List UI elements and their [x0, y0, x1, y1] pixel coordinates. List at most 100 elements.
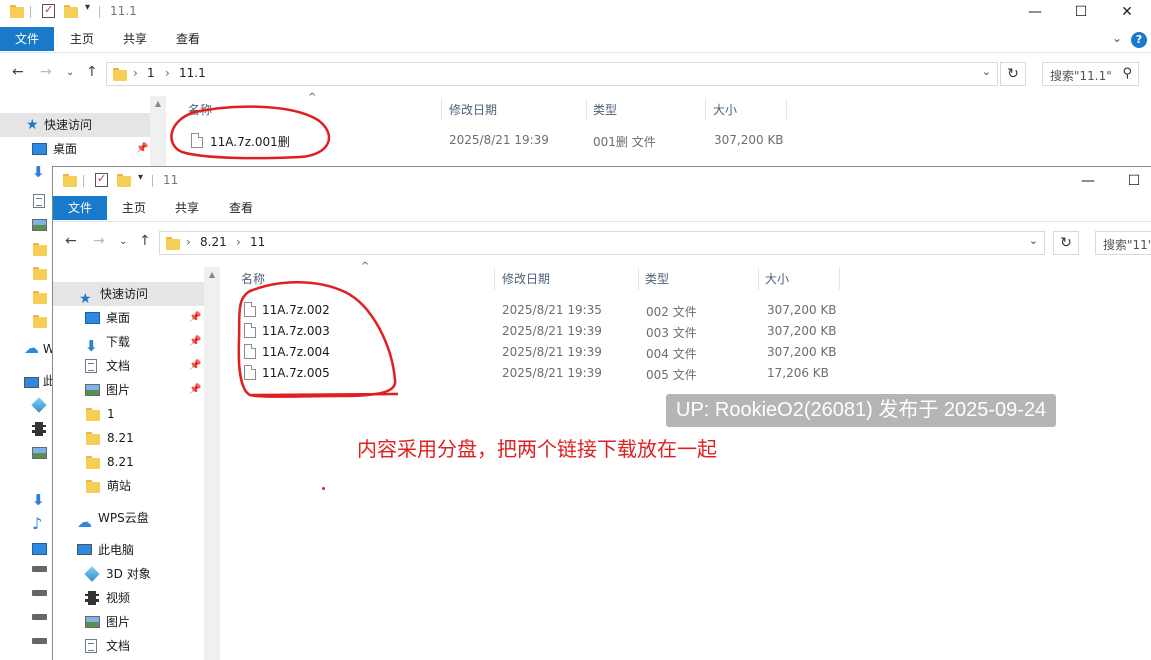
help-icon[interactable]: ? [1131, 32, 1147, 48]
refresh-button[interactable]: ↻ [1053, 231, 1079, 255]
close-button[interactable]: ✕ [1104, 0, 1150, 26]
column-divider[interactable] [494, 268, 495, 290]
column-divider[interactable] [441, 99, 442, 121]
tab-home[interactable]: 主页 [58, 27, 106, 51]
scroll-up-arrow[interactable]: ▲ [150, 96, 166, 112]
nav-item-this-pc[interactable]: 此 [24, 369, 55, 393]
nav-item[interactable]: 8.21 [53, 450, 204, 474]
file-icon [244, 323, 256, 338]
file-icon [244, 365, 256, 380]
drive-icon [32, 561, 47, 585]
new-folder-icon[interactable] [64, 4, 78, 18]
nav-item[interactable]: 文档 📌 [53, 354, 204, 378]
tab-share[interactable]: 共享 [111, 27, 159, 51]
nav-item[interactable]: 文档 [53, 634, 204, 658]
column-header-size[interactable]: 大小 [765, 265, 789, 293]
tab-file[interactable]: 文件 [0, 27, 55, 51]
recent-locations-icon[interactable]: ⌄ [119, 236, 127, 247]
file-name[interactable]: 11A.7z.001删 [210, 133, 290, 150]
file-size: 307,200 KB [767, 324, 837, 338]
address-bar[interactable]: › 1 › 11.1 ⌄ [106, 62, 998, 86]
column-header-type[interactable]: 类型 [593, 96, 617, 124]
maximize-button[interactable]: ☐ [1111, 169, 1151, 195]
properties-icon[interactable] [42, 3, 56, 18]
annotation-dot [322, 487, 325, 490]
search-input[interactable]: 搜索"11.1" ⚲ [1042, 62, 1139, 86]
column-header-modified[interactable]: 修改日期 [449, 96, 497, 124]
nav-scrollbar[interactable]: ▲ [204, 267, 220, 660]
nav-item[interactable]: 图片 📌 [53, 378, 204, 402]
properties-icon[interactable] [95, 172, 109, 187]
address-bar[interactable]: › 8.21 › 11 ⌄ [159, 231, 1045, 255]
breadcrumb-item[interactable]: 11 [250, 235, 265, 249]
nav-item[interactable]: 此电脑 [53, 538, 204, 562]
column-header-modified[interactable]: 修改日期 [502, 265, 550, 293]
nav-item-quick-access[interactable]: ★ 快速访问 [0, 113, 150, 137]
cloud-icon: ☁ [77, 513, 92, 531]
nav-item[interactable]: 桌面 📌 [53, 306, 204, 330]
up-button[interactable]: ↑ [139, 233, 151, 249]
back-button[interactable]: ← [65, 233, 77, 249]
tab-home[interactable]: 主页 [110, 196, 158, 220]
nav-item[interactable]: ★ 快速访问 [53, 282, 204, 306]
forward-button[interactable]: → [40, 64, 52, 80]
nav-item-wps[interactable]: ☁ W [24, 337, 55, 361]
tab-share[interactable]: 共享 [163, 196, 211, 220]
breadcrumb-item[interactable]: 8.21 [200, 235, 227, 249]
search-input[interactable]: 搜索"11" [1095, 231, 1151, 255]
folder-icon [33, 309, 47, 333]
column-header-type[interactable]: 类型 [645, 265, 669, 293]
folder-icon [86, 407, 101, 421]
minimize-button[interactable]: — [1065, 169, 1111, 195]
annotation-text: 内容采用分盘，把两个链接下载放在一起 [357, 437, 717, 461]
column-divider[interactable] [705, 99, 706, 121]
column-header-name[interactable]: 名称 [188, 96, 212, 124]
scroll-up-arrow[interactable]: ▲ [204, 267, 220, 283]
chevron-down-icon[interactable]: ⌄ [1029, 234, 1038, 247]
column-divider[interactable] [638, 268, 639, 290]
expand-ribbon-icon[interactable]: ⌄ [1112, 31, 1122, 45]
column-divider[interactable] [839, 268, 840, 290]
column-divider[interactable] [758, 268, 759, 290]
back-button[interactable]: ← [12, 64, 24, 80]
column-header-size[interactable]: 大小 [713, 96, 737, 124]
file-modified: 2025/8/21 19:35 [502, 303, 602, 317]
file-type: 002 文件 [646, 305, 697, 319]
nav-item[interactable]: ☁ WPS云盘 [53, 506, 204, 530]
customize-toolbar-icon[interactable]: ▾ [138, 172, 143, 183]
minimize-button[interactable]: — [1012, 0, 1058, 26]
forward-button[interactable]: → [93, 233, 105, 249]
file-name[interactable]: 11A.7z.002 [262, 303, 330, 317]
nav-item[interactable]: ⬇ 下载 📌 [53, 330, 204, 354]
refresh-button[interactable]: ↻ [1000, 62, 1026, 86]
breadcrumb-item[interactable]: 1 [147, 66, 155, 80]
nav-item[interactable]: 3D 对象 [53, 562, 204, 586]
file-type: 001删 文件 [593, 135, 656, 149]
breadcrumb-item[interactable]: 11.1 [179, 66, 206, 80]
nav-item-label: 桌面 [106, 311, 131, 325]
chevron-down-icon[interactable]: ⌄ [982, 65, 991, 78]
file-name[interactable]: 11A.7z.003 [262, 324, 330, 338]
file-name[interactable]: 11A.7z.005 [262, 366, 330, 380]
new-folder-icon[interactable] [117, 173, 131, 187]
column-divider[interactable] [586, 99, 587, 121]
nav-item[interactable]: 1 [53, 402, 204, 426]
column-header-name[interactable]: 名称 [241, 265, 265, 293]
nav-item-desktop[interactable]: 桌面 📌 [0, 137, 150, 161]
file-name[interactable]: 11A.7z.004 [262, 345, 330, 359]
nav-item-label: 视频 [106, 591, 131, 605]
pin-icon: 📌 [189, 360, 202, 371]
column-divider[interactable] [786, 99, 787, 121]
tab-view[interactable]: 查看 [164, 27, 212, 51]
tab-file[interactable]: 文件 [53, 196, 108, 220]
folder-icon [10, 4, 24, 18]
nav-item[interactable]: 视频 [53, 586, 204, 610]
customize-toolbar-icon[interactable]: ▾ [85, 2, 90, 13]
nav-item[interactable]: 萌站 [53, 474, 204, 498]
nav-item[interactable]: 图片 [53, 610, 204, 634]
maximize-button[interactable]: ☐ [1058, 0, 1104, 26]
tab-view[interactable]: 查看 [217, 196, 265, 220]
recent-locations-icon[interactable]: ⌄ [66, 67, 74, 78]
nav-item[interactable]: 8.21 [53, 426, 204, 450]
up-button[interactable]: ↑ [86, 64, 98, 80]
